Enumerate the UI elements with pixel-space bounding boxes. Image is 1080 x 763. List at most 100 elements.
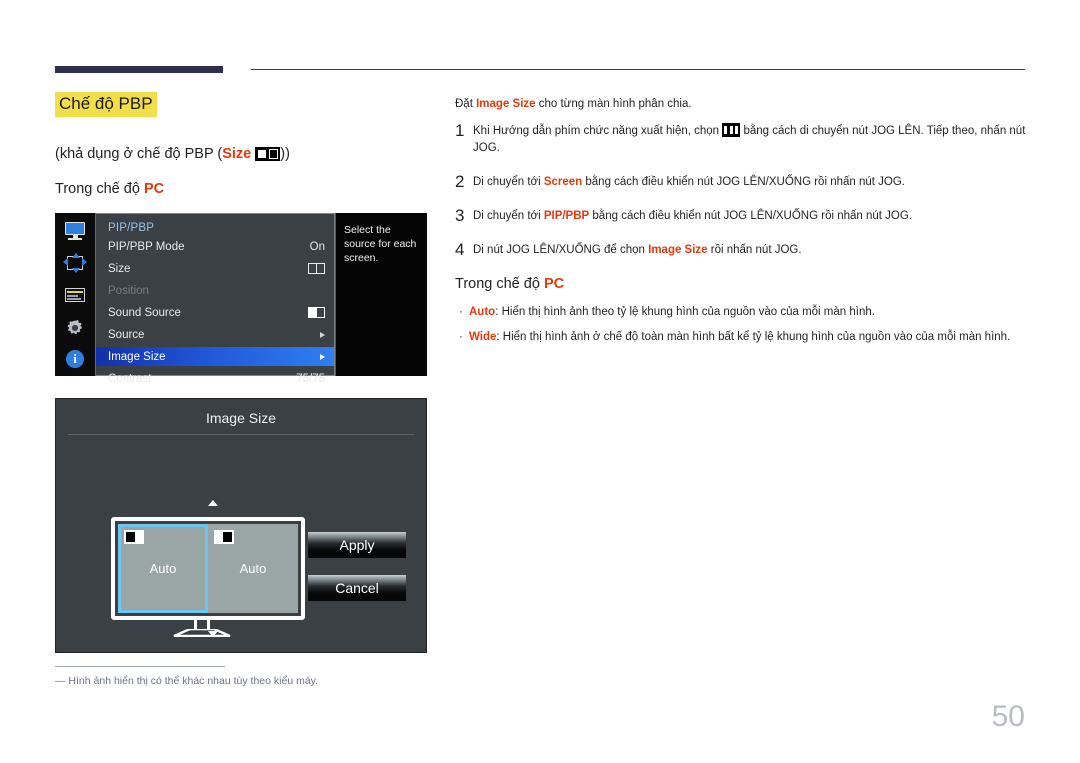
bullet-term: Wide xyxy=(469,331,497,343)
step-text-post: bằng cách điều khiển nút JOG LÊN/XUỐNG r… xyxy=(589,210,913,222)
step-number: 3 xyxy=(455,206,465,225)
osd-list-icon[interactable] xyxy=(63,285,87,305)
position-arrows-icon[interactable] xyxy=(63,252,87,273)
bullet-term: Auto xyxy=(469,306,496,318)
right-column: Đặt Image Size cho từng màn hình phân ch… xyxy=(455,96,1040,354)
bullet-text: Auto: Hiển thị hình ảnh theo tỷ lệ khung… xyxy=(469,304,875,321)
monitor-stand-base xyxy=(172,629,232,637)
footnote-text: ― Hình ảnh hiển thị có thể khác nhau tùy… xyxy=(55,675,319,687)
monitor-stand-neck xyxy=(194,620,210,629)
osd-row-label: PIP/PBP Mode xyxy=(108,240,185,253)
info-icon-glyph: i xyxy=(66,349,84,368)
osd-row-label: Size xyxy=(108,262,131,275)
intro-paragraph: Đặt Image Size cho từng màn hình phân ch… xyxy=(455,96,1040,113)
caret-up-icon[interactable] xyxy=(208,500,218,506)
intro-highlight: Image Size xyxy=(476,98,536,110)
step-text-pre: Khi Hướng dẫn phím chức năng xuất hiện, … xyxy=(473,125,723,137)
bullet-description: : Hiển thị hình ảnh theo tỷ lệ khung hìn… xyxy=(495,306,875,318)
list-item: · Wide: Hiển thị hình ảnh ở chế độ toàn … xyxy=(455,329,1040,346)
chevron-right-icon xyxy=(320,353,325,360)
header-accent-bar xyxy=(55,66,223,73)
step-text: Di nút JOG LÊN/XUỐNG để chọn Image Size … xyxy=(473,242,802,259)
step-text-highlight: Image Size xyxy=(648,244,708,256)
bullet-text: Wide: Hiển thị hình ảnh ở chế độ toàn mà… xyxy=(469,329,1010,346)
apply-button[interactable]: Apply xyxy=(308,532,406,558)
osd-menu-body: PIP/PBP PIP/PBP Mode On Size Position So… xyxy=(96,213,335,385)
mode-heading-value: PC xyxy=(143,181,165,197)
dialog-title: Image Size xyxy=(205,410,277,426)
availability-suffix: )) xyxy=(280,146,290,162)
step-text-post: bằng cách điều khiển nút JOG LÊN/XUỐNG r… xyxy=(582,176,905,188)
osd-row-size[interactable]: Size xyxy=(96,259,334,278)
osd-row-pip-pbp-mode[interactable]: PIP/PBP Mode On xyxy=(96,237,334,256)
preview-pane-left-label: Auto xyxy=(149,561,177,576)
osd-row-sound-source[interactable]: Sound Source xyxy=(96,303,334,322)
mode-heading-value: PC xyxy=(543,276,565,292)
preview-pane-right[interactable]: Auto xyxy=(208,524,298,613)
mode-heading-prefix: Trong chế độ xyxy=(55,181,144,197)
osd-sidebar-rail: i xyxy=(55,213,96,376)
osd-row-image-size[interactable]: Image Size xyxy=(96,347,334,366)
step-text-pre: Di nút JOG LÊN/XUỐNG để chọn xyxy=(473,244,649,256)
info-icon[interactable]: i xyxy=(63,349,87,369)
osd-help-panel: Select the source for each screen. xyxy=(335,213,427,376)
osd-row-label: Sound Source xyxy=(108,306,181,319)
step-text: Di chuyển tới Screen bằng cách điều khiể… xyxy=(473,174,905,191)
step-text-highlight: PIP/PBP xyxy=(543,210,590,222)
dialog-stage: Auto Auto Apply Cancel xyxy=(56,435,426,637)
step-text-pre: Di chuyển tới xyxy=(473,210,544,222)
osd-row-source[interactable]: Source xyxy=(96,325,334,344)
osd-row-position: Position xyxy=(96,281,334,300)
menu-bars-icon xyxy=(722,123,741,137)
preview-pane-left[interactable]: Auto xyxy=(118,524,208,613)
step-item: 1 Khi Hướng dẫn phím chức năng xuất hiện… xyxy=(455,121,1040,157)
step-text: Di chuyển tới PIP/PBP bằng cách điều khi… xyxy=(473,208,912,225)
preview-pane-right-label: Auto xyxy=(239,561,267,576)
monitor-icon[interactable] xyxy=(63,221,87,241)
availability-prefix: (khả dụng ở chế độ PBP ( xyxy=(55,146,223,162)
step-item: 2 Di chuyển tới Screen bằng cách điều kh… xyxy=(455,172,1040,191)
step-text-post: rồi nhấn nút JOG. xyxy=(707,244,802,256)
step-text: Khi Hướng dẫn phím chức năng xuất hiện, … xyxy=(473,123,1040,157)
monitor-preview: Auto Auto xyxy=(111,517,305,620)
bullet-marker: · xyxy=(459,306,463,318)
step-item: 3 Di chuyển tới PIP/PBP bằng cách điều k… xyxy=(455,206,1040,225)
cancel-button[interactable]: Cancel xyxy=(308,575,406,601)
step-number: 1 xyxy=(455,121,465,140)
intro-suffix: cho từng màn hình phân chia. xyxy=(535,98,692,110)
footnote: ― Hình ảnh hiển thị có thể khác nhau tùy… xyxy=(55,666,395,687)
mode-heading-prefix: Trong chế độ xyxy=(455,276,544,292)
bullet-marker: · xyxy=(459,331,463,343)
osd-menu-screenshot: i PIP/PBP PIP/PBP Mode On Size Position … xyxy=(55,213,427,385)
header-divider-line xyxy=(251,69,1025,70)
availability-note: (khả dụng ở chế độ PBP (Size )) xyxy=(55,146,430,162)
footnote-rule xyxy=(55,666,225,667)
osd-row-contrast[interactable]: Contrast 75/75 xyxy=(96,369,334,388)
image-size-dialog-screenshot: Image Size Auto Auto Apply Cancel xyxy=(55,398,427,653)
steps-list: 1 Khi Hướng dẫn phím chức năng xuất hiện… xyxy=(455,121,1040,259)
osd-menu-title: PIP/PBP xyxy=(108,222,155,234)
osd-row-label: Contrast xyxy=(108,372,152,385)
pane-source-badge-icon xyxy=(214,530,234,544)
gear-icon[interactable] xyxy=(63,317,87,337)
page-title: Chế độ PBP xyxy=(55,92,157,117)
step-text-highlight: Screen xyxy=(543,176,583,188)
step-item: 4 Di nút JOG LÊN/XUỐNG để chọn Image Siz… xyxy=(455,240,1040,259)
intro-prefix: Đặt xyxy=(455,98,477,110)
options-bullet-list: · Auto: Hiển thị hình ảnh theo tỷ lệ khu… xyxy=(455,304,1040,346)
bullet-description: : Hiển thị hình ảnh ở chế độ toàn màn hì… xyxy=(496,331,1011,343)
pbp-size-icon xyxy=(255,147,281,161)
split-screen-icon xyxy=(308,263,325,274)
osd-row-label: Source xyxy=(108,328,145,341)
caret-down-icon[interactable] xyxy=(208,631,218,637)
mode-heading-right: Trong chế độ PC xyxy=(455,276,1040,292)
sound-source-icon xyxy=(308,307,325,318)
chevron-right-icon xyxy=(320,331,325,338)
osd-row-value: 75/75 xyxy=(296,372,325,385)
step-number: 4 xyxy=(455,240,465,259)
pane-source-badge-icon xyxy=(124,530,144,544)
step-number: 2 xyxy=(455,172,465,191)
left-column: Chế độ PBP (khả dụng ở chế độ PBP (Size … xyxy=(55,92,430,197)
osd-row-label: Image Size xyxy=(108,350,166,363)
step-text-pre: Di chuyển tới xyxy=(473,176,544,188)
